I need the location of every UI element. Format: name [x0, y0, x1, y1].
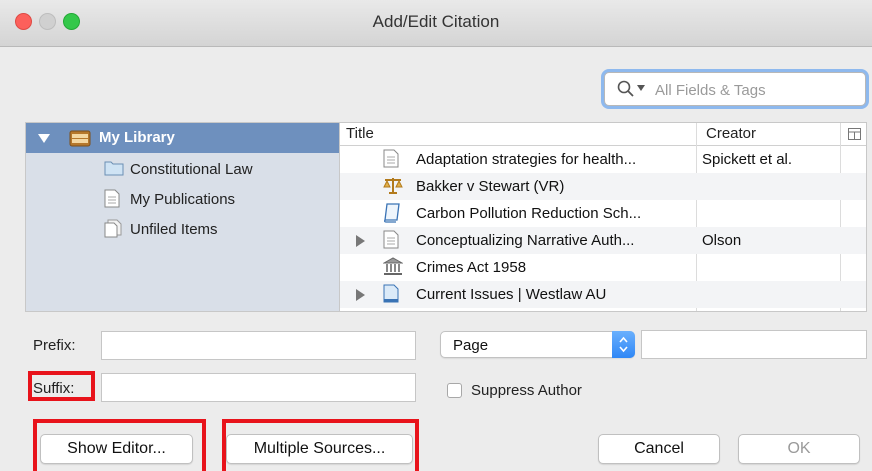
table-row[interactable]: Current Issues | Westlaw AU: [340, 281, 866, 308]
item-title: Crimes Act 1958: [416, 259, 527, 276]
disclosure-triangle-icon[interactable]: [356, 235, 365, 247]
suffix-field[interactable]: [101, 373, 416, 402]
document-icon: [383, 149, 399, 168]
search-icon[interactable]: [617, 80, 635, 98]
statute-building-icon: [383, 257, 403, 275]
disclosure-triangle-icon[interactable]: [356, 289, 365, 301]
sidebar-item-label: My Library: [99, 129, 175, 146]
column-header-creator[interactable]: Creator: [706, 125, 756, 147]
table-row[interactable]: Crimes Act 1958: [340, 254, 866, 281]
window-title: Add/Edit Citation: [372, 12, 500, 31]
case-scales-icon: [383, 178, 403, 194]
search-input[interactable]: [653, 77, 857, 103]
document-icon: [104, 189, 120, 208]
webpage-icon: [383, 284, 399, 303]
collections-pane: My Library Constitutional Law My Publica…: [25, 122, 340, 312]
prefix-field[interactable]: [101, 331, 416, 360]
title-bar: Add/Edit Citation: [0, 0, 872, 47]
item-creator: Spickett et al.: [702, 151, 793, 168]
table-row[interactable]: Adaptation strategies for health... Spic…: [340, 146, 866, 173]
annotation-highlight-suffix: [28, 371, 95, 401]
locator-field[interactable]: [641, 330, 867, 359]
items-pane: Title Creator Adaptation strategies for …: [340, 122, 867, 312]
item-title: Conceptualizing Narrative Auth...: [416, 232, 635, 249]
search-mode-dropdown-icon[interactable]: [637, 85, 645, 91]
folder-icon: [104, 161, 124, 176]
column-picker-icon[interactable]: [848, 128, 861, 140]
table-row[interactable]: Bakker v Stewart (VR): [340, 173, 866, 200]
sidebar-item-label: Unfiled Items: [130, 221, 218, 238]
ok-button[interactable]: OK: [738, 434, 860, 464]
chevron-up-down-icon: [619, 336, 628, 353]
suppress-author-checkbox[interactable]: [447, 383, 462, 398]
disclosure-triangle-icon[interactable]: [38, 134, 50, 143]
library-icon: [69, 130, 91, 147]
document-icon: [383, 230, 399, 249]
item-title: Current Issues | Westlaw AU: [416, 286, 607, 303]
column-header-title[interactable]: Title: [346, 125, 374, 147]
sidebar-item-my-library[interactable]: My Library: [26, 123, 339, 153]
item-title: Adaptation strategies for health...: [416, 151, 637, 168]
annotation-highlight-show-editor: [33, 419, 206, 471]
item-creator: Olson: [702, 232, 742, 249]
item-title: Carbon Pollution Reduction Sch...: [416, 205, 642, 222]
item-title: Bakker v Stewart (VR): [416, 178, 565, 195]
select-stepper[interactable]: [612, 331, 635, 358]
bill-scroll-icon: [384, 203, 400, 223]
unfiled-icon: [104, 219, 122, 238]
annotation-highlight-multiple-sources: [222, 419, 419, 471]
suppress-author-label[interactable]: Suppress Author: [471, 382, 582, 399]
table-row[interactable]: Carbon Pollution Reduction Sch...: [340, 200, 866, 227]
cancel-button[interactable]: Cancel: [598, 434, 720, 464]
sidebar-item-label: Constitutional Law: [130, 161, 253, 178]
locator-type-value: Page: [453, 337, 489, 354]
sidebar-item-label: My Publications: [130, 191, 236, 208]
locator-type-select[interactable]: Page: [440, 331, 635, 358]
search-box[interactable]: [604, 72, 866, 106]
table-row[interactable]: Conceptualizing Narrative Auth... Olson: [340, 227, 866, 254]
prefix-label: Prefix:: [33, 337, 76, 354]
